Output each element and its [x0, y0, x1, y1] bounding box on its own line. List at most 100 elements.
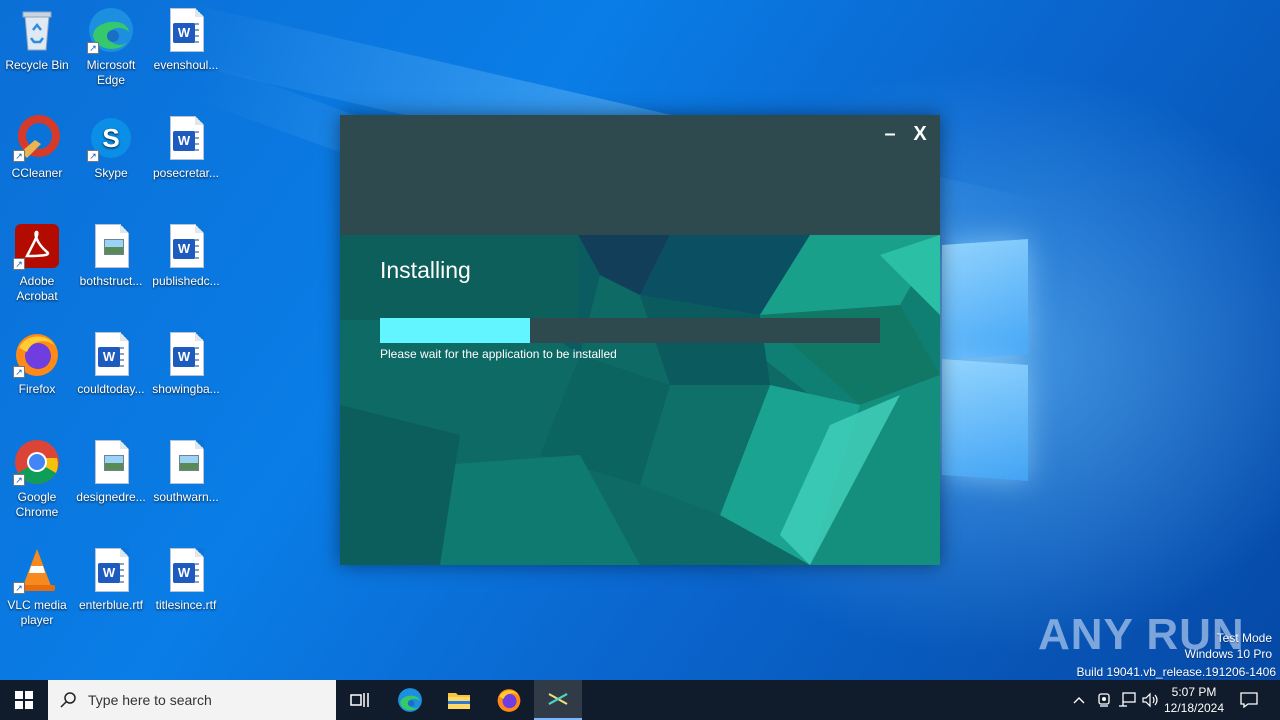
- desktop-icon-microsoft-edge[interactable]: ↗ Microsoft Edge: [74, 6, 148, 88]
- watermark-test-mode: Test Mode: [1216, 631, 1272, 645]
- folder-icon: [448, 693, 470, 709]
- minimize-button[interactable]: –: [877, 123, 903, 145]
- taskbar-edge-button[interactable]: [386, 680, 434, 720]
- windows-logo-pane: [942, 238, 1028, 361]
- shortcut-arrow-icon: ↗: [13, 366, 25, 378]
- speaker-icon: [1142, 692, 1158, 708]
- progress-fill: [380, 318, 530, 343]
- taskbar-clock[interactable]: 5:07 PM 12/18/2024: [1158, 680, 1230, 720]
- shortcut-arrow-icon: ↗: [13, 474, 25, 486]
- edge-icon: ↗: [87, 6, 135, 54]
- desktop-icon-titlesince[interactable]: W titlesince.rtf: [149, 546, 223, 613]
- desktop-icon-firefox[interactable]: ↗ Firefox: [0, 330, 74, 397]
- close-button[interactable]: X: [907, 123, 933, 145]
- word-document-icon: W: [162, 6, 210, 54]
- task-view-button[interactable]: [336, 680, 384, 720]
- search-icon: [60, 692, 76, 708]
- desktop-icon-label: bothstruct...: [79, 274, 143, 288]
- image-file-icon: [87, 222, 135, 270]
- chevron-up-icon: [1073, 697, 1085, 704]
- word-document-icon: W: [162, 546, 210, 594]
- desktop-icon-showingba[interactable]: W showingba...: [149, 330, 223, 397]
- desktop-icon-label: Recycle Bin: [5, 58, 69, 72]
- recycle-bin-icon: [13, 6, 61, 54]
- notification-icon: [1240, 692, 1258, 708]
- desktop-icon-label: enterblue.rtf: [78, 598, 144, 612]
- network-button[interactable]: [1116, 680, 1138, 720]
- installer-titlebar[interactable]: – X: [340, 115, 940, 235]
- shortcut-arrow-icon: ↗: [13, 258, 25, 270]
- image-file-icon: [162, 438, 210, 486]
- taskbar: Type here to search 5:07 PM 12/18/2024: [0, 680, 1280, 720]
- installer-window: – X Installing Please wait for the appli…: [340, 115, 940, 565]
- desktop-icon-southwarn[interactable]: southwarn...: [149, 438, 223, 505]
- vlc-cone-icon: ↗: [13, 546, 61, 594]
- clock-date: 12/18/2024: [1163, 701, 1225, 715]
- desktop-icon-label: couldtoday...: [77, 382, 145, 396]
- desktop-icon-enterblue[interactable]: W enterblue.rtf: [74, 546, 148, 613]
- word-document-icon: W: [87, 546, 135, 594]
- desktop-icon-label: Google Chrome: [15, 490, 59, 519]
- desktop-icon-vlc[interactable]: ↗ VLC media player: [0, 546, 74, 628]
- desktop-icon-label: evenshoul...: [153, 58, 219, 72]
- desktop-icon-label: Skype: [94, 166, 128, 180]
- desktop-icon-label: Firefox: [18, 382, 56, 396]
- desktop-icon-label: southwarn...: [153, 490, 219, 504]
- desktop-icon-label: CCleaner: [11, 166, 63, 180]
- tray-device-icon: [1098, 693, 1110, 707]
- taskbar-firefox-button[interactable]: [485, 680, 533, 720]
- word-document-icon: W: [162, 330, 210, 378]
- task-view-icon: [350, 693, 369, 707]
- word-document-icon: W: [162, 114, 210, 162]
- word-document-icon: W: [162, 222, 210, 270]
- action-center-button[interactable]: [1234, 680, 1264, 720]
- show-hidden-icons-button[interactable]: [1068, 680, 1090, 720]
- polygon-background: [340, 235, 940, 565]
- search-placeholder: Type here to search: [88, 692, 212, 708]
- chrome-icon: ↗: [13, 438, 61, 486]
- progress-bar: [380, 318, 880, 343]
- desktop-icon-designedre[interactable]: designedre...: [74, 438, 148, 505]
- watermark-edition: Windows 10 Pro: [1184, 647, 1272, 661]
- taskbar-search-box[interactable]: Type here to search: [48, 680, 336, 720]
- shortcut-arrow-icon: ↗: [13, 150, 25, 162]
- desktop-icon-posecretar[interactable]: W posecretar...: [149, 114, 223, 181]
- desktop-icon-google-chrome[interactable]: ↗ Google Chrome: [0, 438, 74, 520]
- desktop-icon-couldtoday[interactable]: W couldtoday...: [74, 330, 148, 397]
- desktop-icon-bothstruct[interactable]: bothstruct...: [74, 222, 148, 289]
- desktop-icon-publishedc[interactable]: W publishedc...: [149, 222, 223, 289]
- desktop-icon-label: posecretar...: [152, 166, 220, 180]
- desktop-icon-evenshoul[interactable]: W evenshoul...: [149, 6, 223, 73]
- desktop-icon-skype[interactable]: S ↗ Skype: [74, 114, 148, 181]
- skype-icon: S ↗: [87, 114, 135, 162]
- svg-text:S: S: [102, 123, 119, 153]
- desktop-icon-label: Microsoft Edge: [86, 58, 136, 87]
- install-status-text: Please wait for the application to be in…: [380, 347, 617, 361]
- start-button[interactable]: [0, 680, 48, 720]
- ccleaner-icon: ↗: [13, 114, 61, 162]
- windows-logo-pane: [942, 358, 1028, 482]
- shortcut-arrow-icon: ↗: [87, 150, 99, 162]
- image-file-icon: [87, 438, 135, 486]
- shortcut-arrow-icon: ↗: [13, 582, 25, 594]
- clock-time: 5:07 PM: [1171, 685, 1217, 699]
- desktop-icon-label: titlesince.rtf: [155, 598, 217, 612]
- installer-body: Installing Please wait for the applicati…: [340, 235, 940, 565]
- shortcut-arrow-icon: ↗: [87, 42, 99, 54]
- firefox-icon: [497, 689, 521, 712]
- install-title: Installing: [380, 257, 471, 283]
- firefox-icon: ↗: [13, 330, 61, 378]
- word-document-icon: W: [87, 330, 135, 378]
- desktop-icon-recycle-bin[interactable]: Recycle Bin: [0, 6, 74, 73]
- desktop-icon-label: showingba...: [152, 382, 220, 396]
- desktop-icon-label: Adobe Acrobat: [16, 274, 58, 303]
- watermark-build: Build 19041.vb_release.191206-1406: [1076, 665, 1277, 679]
- taskbar-file-explorer-button[interactable]: [435, 680, 483, 720]
- edge-icon: [398, 688, 422, 712]
- tray-app-button[interactable]: [1093, 680, 1115, 720]
- taskbar-installer-button[interactable]: [534, 680, 582, 720]
- windows-start-icon: [15, 691, 33, 709]
- desktop-icon-ccleaner[interactable]: ↗ CCleaner: [0, 114, 74, 181]
- desktop-icon-adobe-acrobat[interactable]: ↗ Adobe Acrobat: [0, 222, 74, 304]
- desktop-icon-label: publishedc...: [152, 274, 220, 288]
